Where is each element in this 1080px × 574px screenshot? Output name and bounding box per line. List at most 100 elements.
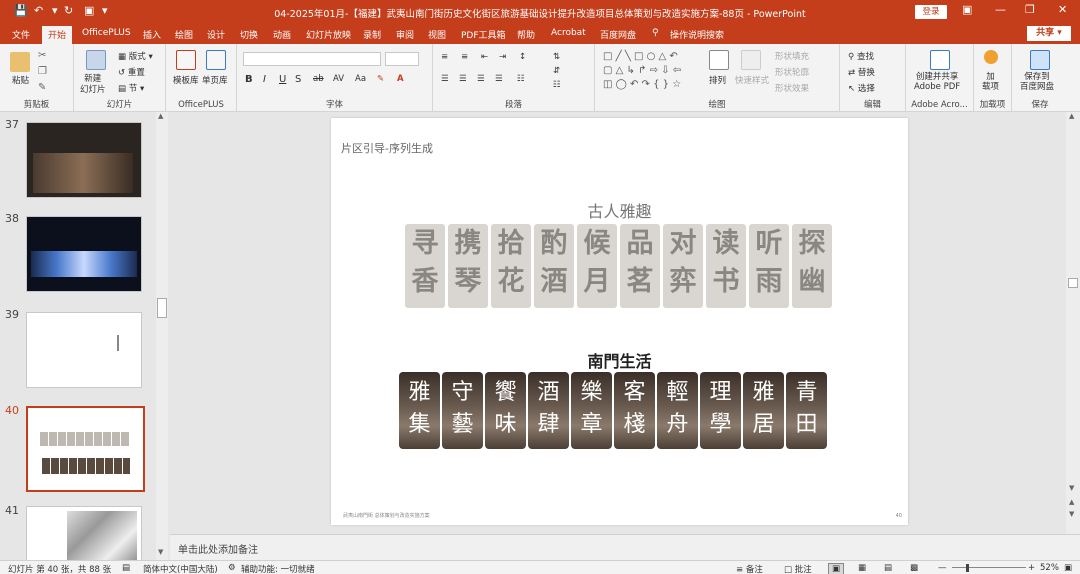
single-page-button[interactable]: 单页库: [202, 74, 228, 86]
increase-indent-icon[interactable]: ⇥: [499, 52, 506, 62]
section-button[interactable]: ▤ 节 ▾: [118, 82, 144, 94]
smartart-icon[interactable]: ☷: [553, 80, 561, 90]
format-painter-icon[interactable]: ✎: [38, 82, 46, 93]
paste-button[interactable]: 粘贴: [12, 74, 29, 86]
slide-thumbnail-38[interactable]: [26, 216, 142, 292]
normal-view-icon[interactable]: ▣: [828, 563, 845, 574]
shape-effects-button[interactable]: 形状效果: [775, 82, 809, 94]
language-indicator[interactable]: 简体中文(中国大陆): [143, 563, 218, 574]
scroll-down-icon[interactable]: ▼: [158, 548, 163, 556]
template-library-icon[interactable]: [176, 50, 196, 70]
share-button[interactable]: 共享 ▾: [1027, 26, 1071, 41]
tab-officeplus[interactable]: OfficePLUS: [82, 28, 131, 38]
slide-sorter-icon[interactable]: ▦: [858, 563, 866, 573]
tab-record[interactable]: 录制: [363, 28, 381, 41]
underline-icon[interactable]: U: [279, 74, 286, 85]
slide-thumbnail-39[interactable]: [26, 312, 142, 388]
current-slide[interactable]: 片区引导-序列生成 古人雅趣 寻香 携琴 拾花 酌酒 候月 品茗 对弈 读书 听…: [331, 118, 908, 525]
tab-design[interactable]: 设计: [207, 28, 225, 41]
cut-icon[interactable]: ✂: [38, 50, 46, 61]
replace-button[interactable]: ⇄ 替换: [848, 66, 875, 78]
scroll-up-icon[interactable]: ▲: [1069, 112, 1074, 120]
zoom-slider[interactable]: [952, 567, 1026, 568]
addins-button[interactable]: 加 载项: [982, 72, 999, 92]
slide-thumbnail-37[interactable]: [26, 122, 142, 198]
align-left-icon[interactable]: ☰: [441, 74, 449, 84]
zoom-slider-thumb[interactable]: [966, 564, 969, 572]
reading-view-icon[interactable]: ▤: [884, 563, 892, 573]
shapes-gallery[interactable]: □ ╱ ╲ □ ○ △ ↶ ▢ △ ↳ ↱ ⇨ ⇩ ⇦ ◫ ◯ ↶ ↷ { } ☆: [603, 50, 697, 94]
accessibility-icon[interactable]: ⚙: [228, 563, 236, 573]
spellcheck-icon[interactable]: ▤: [122, 563, 130, 573]
prev-slide-icon[interactable]: ▲: [1069, 498, 1074, 506]
minimize-icon[interactable]: —: [995, 3, 1006, 16]
baidu-cloud-icon[interactable]: [1030, 50, 1050, 70]
maximize-icon[interactable]: ❐: [1025, 3, 1035, 16]
columns-icon[interactable]: ☷: [517, 74, 525, 84]
tab-baidu-pan[interactable]: 百度网盘: [600, 28, 636, 41]
tab-insert[interactable]: 插入: [143, 28, 161, 41]
notes-pane[interactable]: 单击此处添加备注: [170, 534, 1080, 560]
decrease-indent-icon[interactable]: ⇤: [481, 52, 488, 62]
notes-toggle-button[interactable]: ≡ 备注: [736, 563, 763, 574]
slide-scrollbar[interactable]: ▲ ▼ ▲ ▼: [1066, 112, 1080, 534]
next-slide-icon[interactable]: ▼: [1069, 510, 1074, 518]
font-size-box[interactable]: [385, 52, 419, 66]
bullets-icon[interactable]: ≡: [441, 52, 448, 62]
select-button[interactable]: ↖ 选择: [848, 82, 875, 94]
tab-slideshow[interactable]: 幻灯片放映: [306, 28, 351, 41]
paste-icon[interactable]: [10, 52, 30, 72]
ribbon-display-icon[interactable]: ▣: [962, 3, 972, 16]
new-slide-icon[interactable]: [86, 50, 106, 70]
font-name-box[interactable]: [243, 52, 381, 66]
zoom-out-icon[interactable]: —: [938, 563, 947, 573]
tab-file[interactable]: 文件: [12, 28, 30, 41]
layout-button[interactable]: ▦ 版式 ▾: [118, 50, 153, 62]
save-baidu-button[interactable]: 保存到 百度网盘: [1020, 72, 1054, 92]
accessibility-status[interactable]: 辅助功能: 一切就绪: [241, 563, 315, 574]
italic-icon[interactable]: I: [263, 74, 266, 85]
font-color-icon[interactable]: A: [397, 74, 404, 84]
strikethrough-icon[interactable]: ab: [313, 74, 324, 84]
align-center-icon[interactable]: ☰: [459, 74, 467, 84]
text-direction-icon[interactable]: ⇅: [553, 52, 560, 62]
tab-home[interactable]: 开始: [42, 26, 73, 44]
line-spacing-icon[interactable]: ↕: [519, 52, 526, 62]
create-pdf-button[interactable]: 创建并共享 Adobe PDF: [914, 72, 960, 92]
comments-button[interactable]: □ 批注: [784, 563, 812, 574]
reset-button[interactable]: ↺ 重置: [118, 66, 145, 78]
login-button[interactable]: 登录: [915, 5, 947, 19]
arrange-button[interactable]: 排列: [709, 74, 726, 86]
char-spacing-icon[interactable]: AV: [333, 74, 344, 84]
tab-draw[interactable]: 绘图: [175, 28, 193, 41]
quick-styles-icon[interactable]: [741, 50, 761, 70]
slideshow-view-icon[interactable]: ▩: [910, 563, 918, 573]
numbering-icon[interactable]: ≡: [461, 52, 468, 62]
tab-help[interactable]: 帮助: [517, 28, 535, 41]
fit-to-window-icon[interactable]: ▣: [1064, 563, 1072, 573]
scroll-thumb[interactable]: [1068, 278, 1078, 288]
tab-view[interactable]: 视图: [428, 28, 446, 41]
justify-icon[interactable]: ☰: [495, 74, 503, 84]
find-button[interactable]: ⚲ 查找: [848, 50, 874, 62]
align-text-icon[interactable]: ⇵: [553, 66, 560, 76]
close-icon[interactable]: ✕: [1058, 3, 1067, 16]
scroll-thumb[interactable]: [157, 298, 167, 318]
addins-icon[interactable]: [984, 50, 998, 64]
bold-icon[interactable]: B: [245, 74, 253, 85]
scroll-down-icon[interactable]: ▼: [1069, 484, 1074, 492]
arrange-icon[interactable]: [709, 50, 729, 70]
shape-fill-button[interactable]: 形状填充: [775, 50, 809, 62]
thumbnails-scrollbar[interactable]: ▲ ▼: [156, 112, 168, 560]
change-case-icon[interactable]: Aa: [355, 74, 366, 84]
align-right-icon[interactable]: ☰: [477, 74, 485, 84]
tab-transitions[interactable]: 切换: [240, 28, 258, 41]
scroll-up-icon[interactable]: ▲: [158, 112, 163, 120]
notes-placeholder[interactable]: 单击此处添加备注: [178, 541, 258, 556]
tab-acrobat[interactable]: Acrobat: [551, 28, 586, 38]
tab-pdf-tools[interactable]: PDF工具箱: [461, 28, 506, 41]
single-page-icon[interactable]: [206, 50, 226, 70]
new-slide-button[interactable]: 新建 幻灯片: [80, 74, 106, 96]
slide-thumbnail-40[interactable]: [26, 406, 145, 492]
shape-outline-button[interactable]: 形状轮廓: [775, 66, 809, 78]
